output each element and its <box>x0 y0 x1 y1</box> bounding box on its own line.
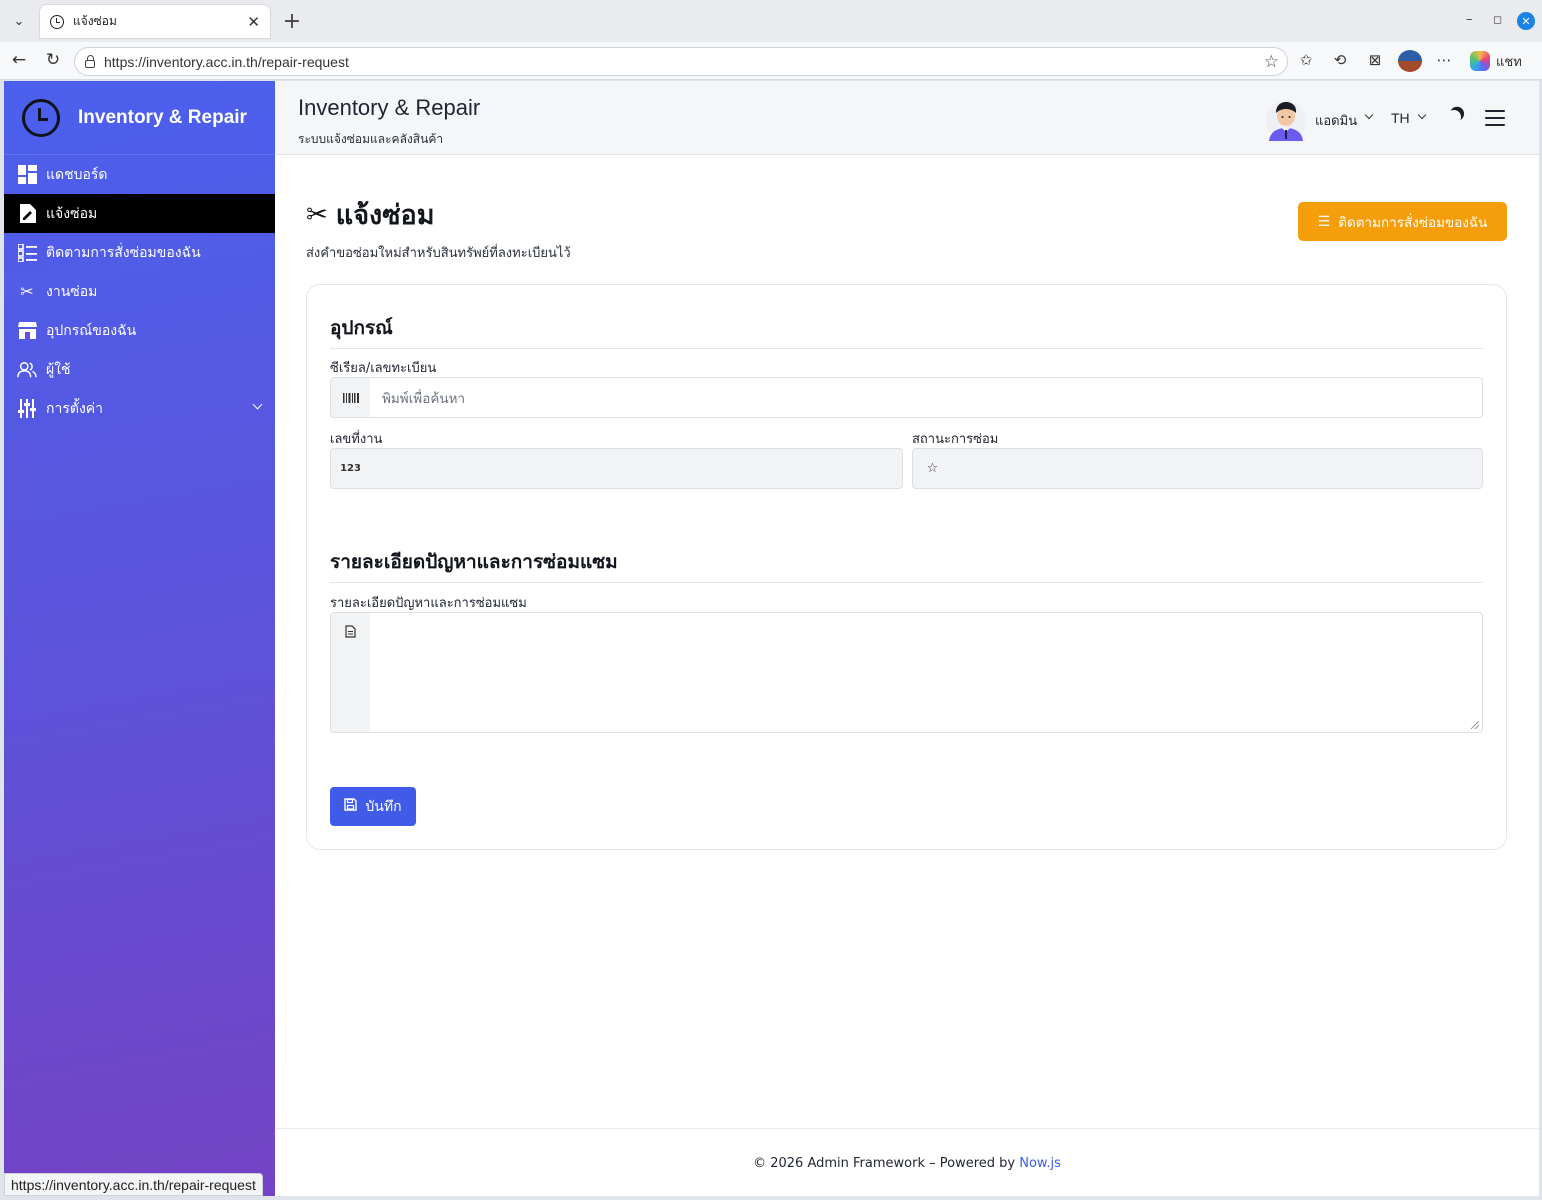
sidebar-item-repair-jobs[interactable]: ✂ งานซ่อม <box>4 272 275 311</box>
sidebar-menu: แดชบอร์ด แจ้งซ่อม ติดตามการสั่งซ่อมของฉั… <box>4 155 275 428</box>
url-field[interactable]: https://inventory.acc.in.th/repair-reque… <box>74 47 1288 76</box>
dashboard-icon <box>17 165 37 185</box>
tools-icon: ✂ <box>306 199 328 230</box>
clock-logo-icon <box>22 98 60 137</box>
sidebar-item-label: แจ้งซ่อม <box>46 205 98 222</box>
star-icon: ☆ <box>913 449 952 488</box>
footer-text: © 2026 Admin Framework – Powered by Now.… <box>753 1156 1061 1171</box>
details-label: รายละเอียดปัญหาและการซ่อมแซม <box>330 596 527 611</box>
sidebar-item-label: งานซ่อม <box>46 283 98 300</box>
maximize-icon[interactable]: ◻ <box>1493 13 1502 26</box>
sidebar-item-label: ผู้ใช้ <box>46 361 71 378</box>
sidebar-item-label: แดชบอร์ด <box>46 166 108 183</box>
app-subtitle: ระบบแจ้งซ่อมและคลังสินค้า <box>298 132 444 146</box>
section-divider <box>330 348 1483 349</box>
copilot-button[interactable]: แชท <box>1466 48 1532 74</box>
chevron-down-icon[interactable] <box>1364 110 1374 120</box>
user-name[interactable]: แอดมิน <box>1315 110 1357 131</box>
address-bar: ← ↻ https://inventory.acc.in.th/repair-r… <box>0 42 1542 80</box>
repair-status-label: สถานะการซ่อม <box>912 432 999 447</box>
browser-tab[interactable]: แจ้งซ่อม ✕ <box>40 5 270 38</box>
url-text: https://inventory.acc.in.th/repair-reque… <box>104 53 349 70</box>
tab-title: แจ้งซ่อม <box>73 14 117 28</box>
dark-mode-moon-icon[interactable] <box>1445 108 1463 126</box>
sidebar-item-repair-request[interactable]: แจ้งซ่อม <box>4 194 275 233</box>
main-content: ✂ แจ้งซ่อม ส่งคำขอซ่อมใหม่สำหรับสินทรัพย… <box>275 155 1539 1128</box>
status-bar-url: https://inventory.acc.in.th/repair-reque… <box>4 1173 263 1196</box>
sidebar-item-my-equipment[interactable]: อุปกรณ์ของฉัน <box>4 311 275 350</box>
serial-label: ซีเรียล/เลขทะเบียน <box>330 361 437 376</box>
reload-icon[interactable]: ↻ <box>42 50 64 70</box>
back-arrow-icon[interactable]: ← <box>8 50 30 70</box>
job-number-value <box>370 449 902 488</box>
section-divider <box>330 582 1483 583</box>
save-icon <box>344 798 358 815</box>
job-number-label: เลขที่งาน <box>330 432 383 447</box>
repair-form-card: อุปกรณ์ ซีเรียล/เลขทะเบียน พิมพ์เพื่อค้น… <box>306 284 1507 850</box>
serial-search-input[interactable]: พิมพ์เพื่อค้นหา <box>330 377 1483 418</box>
checklist-icon: ☰ <box>1317 213 1331 230</box>
language-selector[interactable]: TH <box>1391 110 1410 126</box>
sidebar-item-label: ติดตามการสั่งซ่อมของฉัน <box>46 244 201 261</box>
repair-request-icon <box>17 204 37 224</box>
window-close-icon[interactable]: ✕ <box>1517 12 1535 30</box>
tab-list-chevron-icon[interactable]: ⌄ <box>6 8 32 34</box>
section-title-details: รายละเอียดปัญหาและการซ่อมแซม <box>330 551 618 573</box>
sidebar-item-label: การตั้งค่า <box>46 400 104 417</box>
details-textarea[interactable] <box>330 612 1483 733</box>
nowjs-link[interactable]: Now.js <box>1019 1156 1061 1171</box>
sliders-icon <box>17 399 37 419</box>
sidebar-item-my-repair-tracking[interactable]: ติดตามการสั่งซ่อมของฉัน <box>4 233 275 272</box>
job-number-field: 123 <box>330 448 903 489</box>
sidebar-item-dashboard[interactable]: แดชบอร์ด <box>4 155 275 194</box>
screenshot-icon[interactable]: ⊠ <box>1364 51 1386 69</box>
track-button-label: ติดตามการสั่งซ่อมของฉัน <box>1338 214 1488 231</box>
page-description: ส่งคำขอซ่อมใหม่สำหรับสินทรัพย์ที่ลงทะเบี… <box>306 246 571 261</box>
save-button[interactable]: บันทึก <box>330 787 416 826</box>
more-icon[interactable]: ⋯ <box>1433 51 1455 69</box>
barcode-icon <box>331 378 370 417</box>
serial-placeholder: พิมพ์เพื่อค้นหา <box>382 390 466 407</box>
topbar: Inventory & Repair ระบบแจ้งซ่อมและคลังสิ… <box>275 81 1539 155</box>
checklist-icon <box>17 243 37 263</box>
sidebar-item-settings[interactable]: การตั้งค่า <box>4 389 275 428</box>
repair-status-field: ☆ <box>912 448 1483 489</box>
save-button-label: บันทึก <box>365 798 402 815</box>
profile-avatar[interactable] <box>1398 50 1422 72</box>
chevron-down-icon <box>252 399 263 410</box>
copilot-icon <box>1470 51 1490 71</box>
brand[interactable]: Inventory & Repair <box>4 81 275 155</box>
hamburger-menu-icon[interactable] <box>1485 110 1505 126</box>
favorite-star-icon[interactable]: ☆ <box>1264 52 1279 72</box>
brand-name: Inventory & Repair <box>78 106 247 128</box>
minimize-icon[interactable]: – <box>1466 12 1473 27</box>
browser-tabbar: ⌄ แจ้งซ่อม ✕ + – ◻ ✕ <box>0 0 1542 42</box>
footer: © 2026 Admin Framework – Powered by Now.… <box>275 1128 1539 1196</box>
app-window: Inventory & Repair แดชบอร์ด แจ้งซ่อม ติด… <box>4 81 1539 1196</box>
repair-status-value <box>952 449 1482 488</box>
numbers-icon: 123 <box>331 449 370 488</box>
page-header: ✂ แจ้งซ่อม ส่งคำขอซ่อมใหม่สำหรับสินทรัพย… <box>306 193 571 263</box>
track-my-repairs-button[interactable]: ☰ ติดตามการสั่งซ่อมของฉัน <box>1298 202 1507 241</box>
section-title-equipment: อุปกรณ์ <box>330 317 393 339</box>
lock-icon <box>85 54 95 68</box>
users-icon <box>17 360 37 380</box>
history-icon[interactable]: ⟲ <box>1329 51 1351 69</box>
tools-icon: ✂ <box>20 282 34 301</box>
sidebar-item-label: อุปกรณ์ของฉัน <box>46 322 137 339</box>
avatar[interactable] <box>1265 97 1307 141</box>
document-icon <box>331 613 370 732</box>
app-title: Inventory & Repair <box>298 95 481 120</box>
new-tab-icon[interactable]: + <box>280 8 304 34</box>
clock-icon <box>50 14 64 29</box>
copilot-label: แชท <box>1496 54 1522 70</box>
resize-handle[interactable] <box>1471 721 1479 729</box>
chevron-down-icon[interactable] <box>1417 110 1427 120</box>
favorites-icon[interactable]: ✩ <box>1295 51 1317 69</box>
store-icon <box>17 321 37 341</box>
sidebar-item-users[interactable]: ผู้ใช้ <box>4 350 275 389</box>
page-title: แจ้งซ่อม <box>335 200 435 231</box>
close-icon[interactable]: ✕ <box>247 13 260 31</box>
sidebar: Inventory & Repair แดชบอร์ด แจ้งซ่อม ติด… <box>4 81 275 1196</box>
